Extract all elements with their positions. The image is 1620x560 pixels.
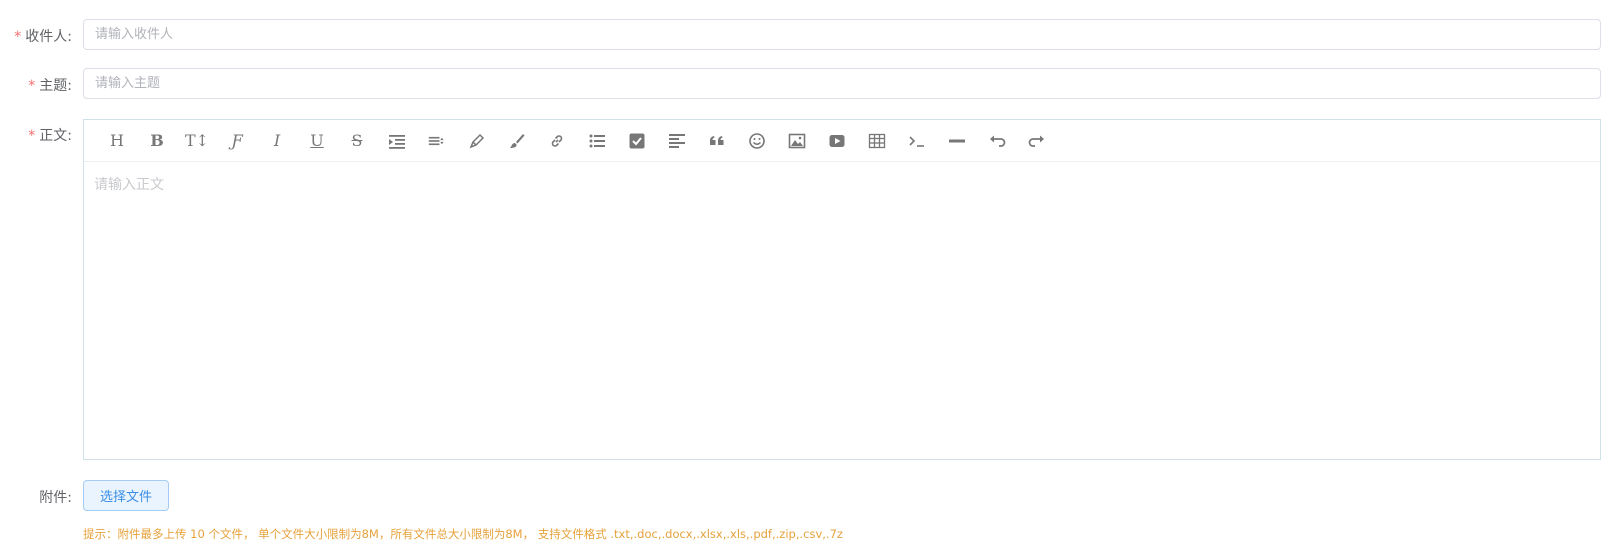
rich-text-editor: H B T↕ Ƒ I U S 请输入正文 bbox=[83, 119, 1601, 460]
checkbox-icon[interactable] bbox=[617, 126, 657, 156]
required-mark: * bbox=[28, 128, 36, 144]
quote-icon[interactable] bbox=[697, 126, 737, 156]
underline-icon[interactable]: U bbox=[297, 126, 337, 156]
body-label: * 正文: bbox=[28, 125, 72, 145]
required-mark: * bbox=[14, 29, 22, 45]
body-label-text: 正文: bbox=[39, 128, 72, 144]
attachment-hint: 提示：附件最多上传 10 个文件， 单个文件大小限制为8M，所有文件总大小限制为… bbox=[83, 527, 843, 541]
choose-file-button[interactable]: 选择文件 bbox=[83, 480, 170, 511]
pen-icon[interactable] bbox=[457, 126, 497, 156]
link-icon[interactable] bbox=[537, 126, 577, 156]
font-size-icon[interactable]: T↕ bbox=[177, 126, 217, 156]
horizontal-rule-icon[interactable] bbox=[937, 126, 977, 156]
editor-placeholder: 请输入正文 bbox=[94, 177, 164, 193]
attachment-label: 附件: bbox=[39, 490, 72, 506]
font-family-icon[interactable]: Ƒ bbox=[217, 126, 257, 156]
subject-label-text: 主题: bbox=[39, 78, 72, 94]
required-mark: * bbox=[28, 78, 36, 94]
video-icon[interactable] bbox=[817, 126, 857, 156]
editor-content-area[interactable]: 请输入正文 bbox=[84, 162, 1600, 206]
brush-icon[interactable] bbox=[497, 126, 537, 156]
align-left-icon[interactable] bbox=[657, 126, 697, 156]
bold-icon[interactable]: B bbox=[137, 126, 177, 156]
redo-icon[interactable] bbox=[1017, 126, 1057, 156]
recipient-label-text: 收件人: bbox=[25, 29, 72, 45]
subject-input[interactable] bbox=[83, 68, 1601, 99]
recipient-input[interactable] bbox=[83, 19, 1601, 50]
line-height-icon[interactable] bbox=[417, 126, 457, 156]
table-icon[interactable] bbox=[857, 126, 897, 156]
code-icon[interactable] bbox=[897, 126, 937, 156]
italic-icon[interactable]: I bbox=[257, 126, 297, 156]
undo-icon[interactable] bbox=[977, 126, 1017, 156]
indent-icon[interactable] bbox=[377, 126, 417, 156]
strikethrough-icon[interactable]: S bbox=[337, 126, 377, 156]
recipient-label: * 收件人: bbox=[14, 26, 72, 46]
emoji-icon[interactable] bbox=[737, 126, 777, 156]
bullet-list-icon[interactable] bbox=[577, 126, 617, 156]
heading-icon[interactable]: H bbox=[97, 126, 137, 156]
editor-toolbar: H B T↕ Ƒ I U S bbox=[84, 120, 1600, 162]
subject-label: * 主题: bbox=[28, 75, 72, 95]
image-icon[interactable] bbox=[777, 126, 817, 156]
